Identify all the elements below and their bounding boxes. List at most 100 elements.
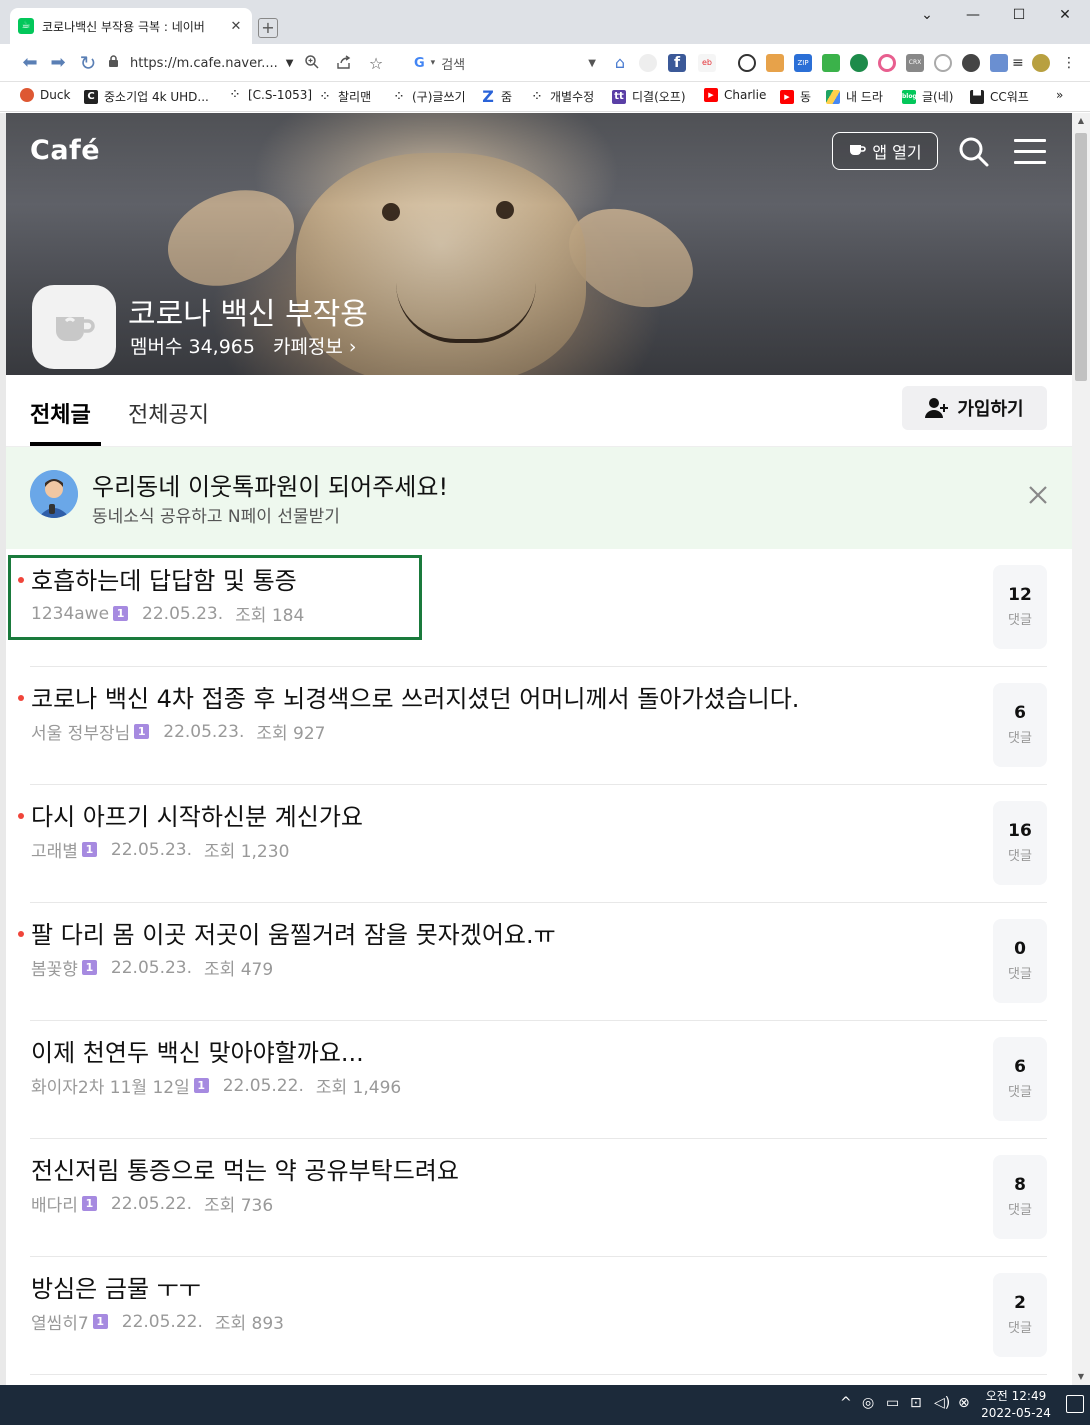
show-hidden-icons-chevron-icon[interactable]: ^ <box>840 1395 852 1411</box>
comment-count-box[interactable]: 12 댓글 <box>993 565 1047 649</box>
post-item[interactable]: 이제 천연두 백신 맞아야할까요... 화이자2차 11월 12일 1 22.0… <box>6 1021 1072 1139</box>
comment-count-box[interactable]: 6 댓글 <box>993 683 1047 767</box>
post-item[interactable]: 방심은 금물 ㅜㅜ 열씸히7 1 22.05.22. 조회 893 2 댓글 <box>6 1257 1072 1375</box>
notification-center-icon[interactable] <box>1066 1395 1084 1413</box>
browser-titlebar: ☕ 코로나백신 부작용 극복 : 네이버 ✕ + ⌄ — ☐ ✕ <box>0 0 1090 44</box>
url-dropdown-icon[interactable]: ▼ <box>286 58 294 69</box>
search-icon[interactable] <box>958 135 990 169</box>
more-bookmarks-icon[interactable]: » <box>1056 88 1063 102</box>
post-item[interactable]: 코로나 백신 4차 접종 후 뇌경색으로 쓰러지셨던 어머니께서 돌아가셨습니다… <box>6 667 1072 785</box>
minimize-button[interactable]: — <box>950 0 996 32</box>
bookmark-item[interactable]: blog 글(네) <box>902 88 953 105</box>
post-title[interactable]: 팔 다리 몸 이곳 저곳이 움찔거려 잠을 못자겠어요.ㅠ <box>31 915 556 950</box>
post-date: 22.05.22. <box>222 1075 304 1096</box>
hand-extension-icon[interactable] <box>639 54 657 72</box>
cafe-info-link[interactable]: 카페정보 › <box>273 332 357 359</box>
scroll-up-arrow-icon[interactable]: ▲ <box>1072 113 1090 129</box>
battery-icon[interactable]: ▭ <box>886 1395 899 1411</box>
reload-icon[interactable]: ↻ <box>76 52 100 74</box>
join-cafe-button[interactable]: 가입하기 <box>902 386 1047 430</box>
scroll-down-arrow-icon[interactable]: ▼ <box>1072 1369 1090 1385</box>
bookmark-item[interactable]: ⁘ 찰리맨 <box>318 88 371 105</box>
comment-count-box[interactable]: 8 댓글 <box>993 1155 1047 1239</box>
balls-extension-icon[interactable] <box>962 54 980 72</box>
bookmark-item[interactable]: Z줌 <box>481 88 512 105</box>
bookmark-item[interactable]: 내 드라 <box>826 88 883 105</box>
search-dropdown-icon[interactable]: ▼ <box>588 58 596 69</box>
back-arrow-icon[interactable]: ⬅ <box>18 52 42 74</box>
bookmark-item[interactable]: ▀ CC워프 <box>970 88 1029 105</box>
bookmark-star-icon[interactable]: ☆ <box>366 54 386 74</box>
taskbar-clock[interactable]: 오전 12:49 2022-05-24 <box>974 1388 1058 1422</box>
comment-count: 16 <box>1008 821 1032 841</box>
reading-list-icon[interactable]: ≡ <box>1012 54 1030 72</box>
maximize-button[interactable]: ☐ <box>996 0 1042 32</box>
bookmark-item[interactable]: Duck <box>20 88 70 102</box>
bookmark-item[interactable]: ⁘ [C.S-1053] <box>228 88 312 102</box>
bookmark-item[interactable]: ▶ 동 <box>780 88 811 105</box>
crx-icon[interactable]: CRX <box>906 54 924 72</box>
profile-avatar[interactable] <box>1032 54 1050 72</box>
close-icon[interactable] <box>1026 483 1050 507</box>
scrollbar-thumb[interactable] <box>1075 133 1087 381</box>
forward-arrow-icon[interactable]: ➡ <box>46 52 70 74</box>
bookmark-item[interactable]: ▶ Charlie <box>704 88 766 102</box>
search-engine-box[interactable]: G ▾ 검색 ▼ <box>404 50 600 76</box>
zoom-icon[interactable] <box>302 54 322 74</box>
home-icon[interactable]: ⌂ <box>611 54 629 72</box>
tab-close-icon[interactable]: ✕ <box>228 19 244 34</box>
cafe-logo[interactable]: Café <box>30 135 100 166</box>
post-title[interactable]: 방심은 금물 ㅜㅜ <box>31 1269 201 1304</box>
tab-all-notices[interactable]: 전체공지 <box>128 397 209 429</box>
zip-icon[interactable]: ZIP <box>794 54 812 72</box>
status-x-icon[interactable]: ⊗ <box>958 1395 970 1411</box>
share-icon[interactable] <box>334 54 354 74</box>
new-tab-button[interactable]: + <box>258 18 278 38</box>
green-extension-icon[interactable] <box>822 54 840 72</box>
post-title[interactable]: 다시 아프기 시작하신분 계신가요 <box>31 797 363 832</box>
reporter-avatar <box>30 470 78 518</box>
post-views: 조회 479 <box>204 960 274 980</box>
cafe-page: Café 앱 열기 코로나 백신 부작용 멤버수 34,965 카페정보 › 전… <box>6 113 1072 1385</box>
image-extension-icon[interactable] <box>766 54 784 72</box>
gear-extension-icon[interactable] <box>934 54 952 72</box>
page-scrollbar[interactable]: ▲ ▼ <box>1072 113 1090 1385</box>
post-title[interactable]: 이제 천연두 백신 맞아야할까요... <box>31 1033 364 1068</box>
tab-all-posts[interactable]: 전체글 <box>30 397 91 429</box>
volume-icon[interactable]: ◁) <box>934 1395 950 1411</box>
comment-count-box[interactable]: 16 댓글 <box>993 801 1047 885</box>
comment-count-box[interactable]: 6 댓글 <box>993 1037 1047 1121</box>
circle-extension-icon[interactable] <box>878 54 896 72</box>
search-placeholder: 검색 <box>441 57 466 73</box>
network-icon[interactable]: ⊡ <box>910 1395 922 1411</box>
comment-count-box[interactable]: 2 댓글 <box>993 1273 1047 1357</box>
facebook-icon[interactable]: f <box>668 54 686 72</box>
search-engine-dropdown-icon[interactable]: ▾ <box>431 58 436 68</box>
post-date: 22.05.22. <box>110 1193 193 1214</box>
bookmark-item[interactable]: tt 디결(오프) <box>612 88 686 105</box>
globe-extension-icon[interactable] <box>850 54 868 72</box>
comment-count-box[interactable]: 0 댓글 <box>993 919 1047 1003</box>
tab-list-dropdown-icon[interactable]: ⌄ <box>904 0 950 32</box>
close-window-button[interactable]: ✕ <box>1042 0 1088 32</box>
bookmark-item[interactable]: C 중소기업 4k UHD... <box>84 88 209 105</box>
post-item[interactable]: 전신저림 통증으로 먹는 약 공유부탁드려요 배다리 1 22.05.22. 조… <box>6 1139 1072 1257</box>
tray-app-icon[interactable]: ◎ <box>862 1395 874 1411</box>
neighborhood-banner[interactable]: 우리동네 이웃톡파원이 되어주세요! 동네소식 공유하고 N페이 선물받기 <box>6 447 1072 549</box>
opera-extension-icon[interactable] <box>738 54 756 72</box>
bookmark-item[interactable]: ⁘ 개별수정 <box>530 88 594 105</box>
hamburger-menu-icon[interactable] <box>1014 139 1046 165</box>
post-title[interactable]: 전신저림 통증으로 먹는 약 공유부탁드려요 <box>31 1151 459 1186</box>
post-title[interactable]: 코로나 백신 4차 접종 후 뇌경색으로 쓰러지셨던 어머니께서 돌아가셨습니다… <box>31 679 799 714</box>
open-app-button[interactable]: 앱 열기 <box>832 132 938 170</box>
post-author: 봄꽃향 <box>31 960 78 980</box>
browser-tab[interactable]: ☕ 코로나백신 부작용 극복 : 네이버 ✕ <box>10 8 252 44</box>
bookmark-item[interactable]: ⁘ (구)글쓰기 <box>392 88 466 105</box>
post-item[interactable]: 팔 다리 몸 이곳 저곳이 움찔거려 잠을 못자겠어요.ㅠ 봄꽃향 1 22.0… <box>6 903 1072 1021</box>
post-views: 조회 927 <box>256 724 326 744</box>
puzzle-extensions-icon[interactable] <box>990 54 1008 72</box>
ebay-icon[interactable]: eb <box>698 54 716 72</box>
menu-dots-icon[interactable]: ⋮ <box>1060 54 1078 72</box>
post-item[interactable]: 다시 아프기 시작하신분 계신가요 고래별 1 22.05.23. 조회 1,2… <box>6 785 1072 903</box>
board-tabs: 전체글 전체공지 가입하기 <box>6 375 1072 447</box>
